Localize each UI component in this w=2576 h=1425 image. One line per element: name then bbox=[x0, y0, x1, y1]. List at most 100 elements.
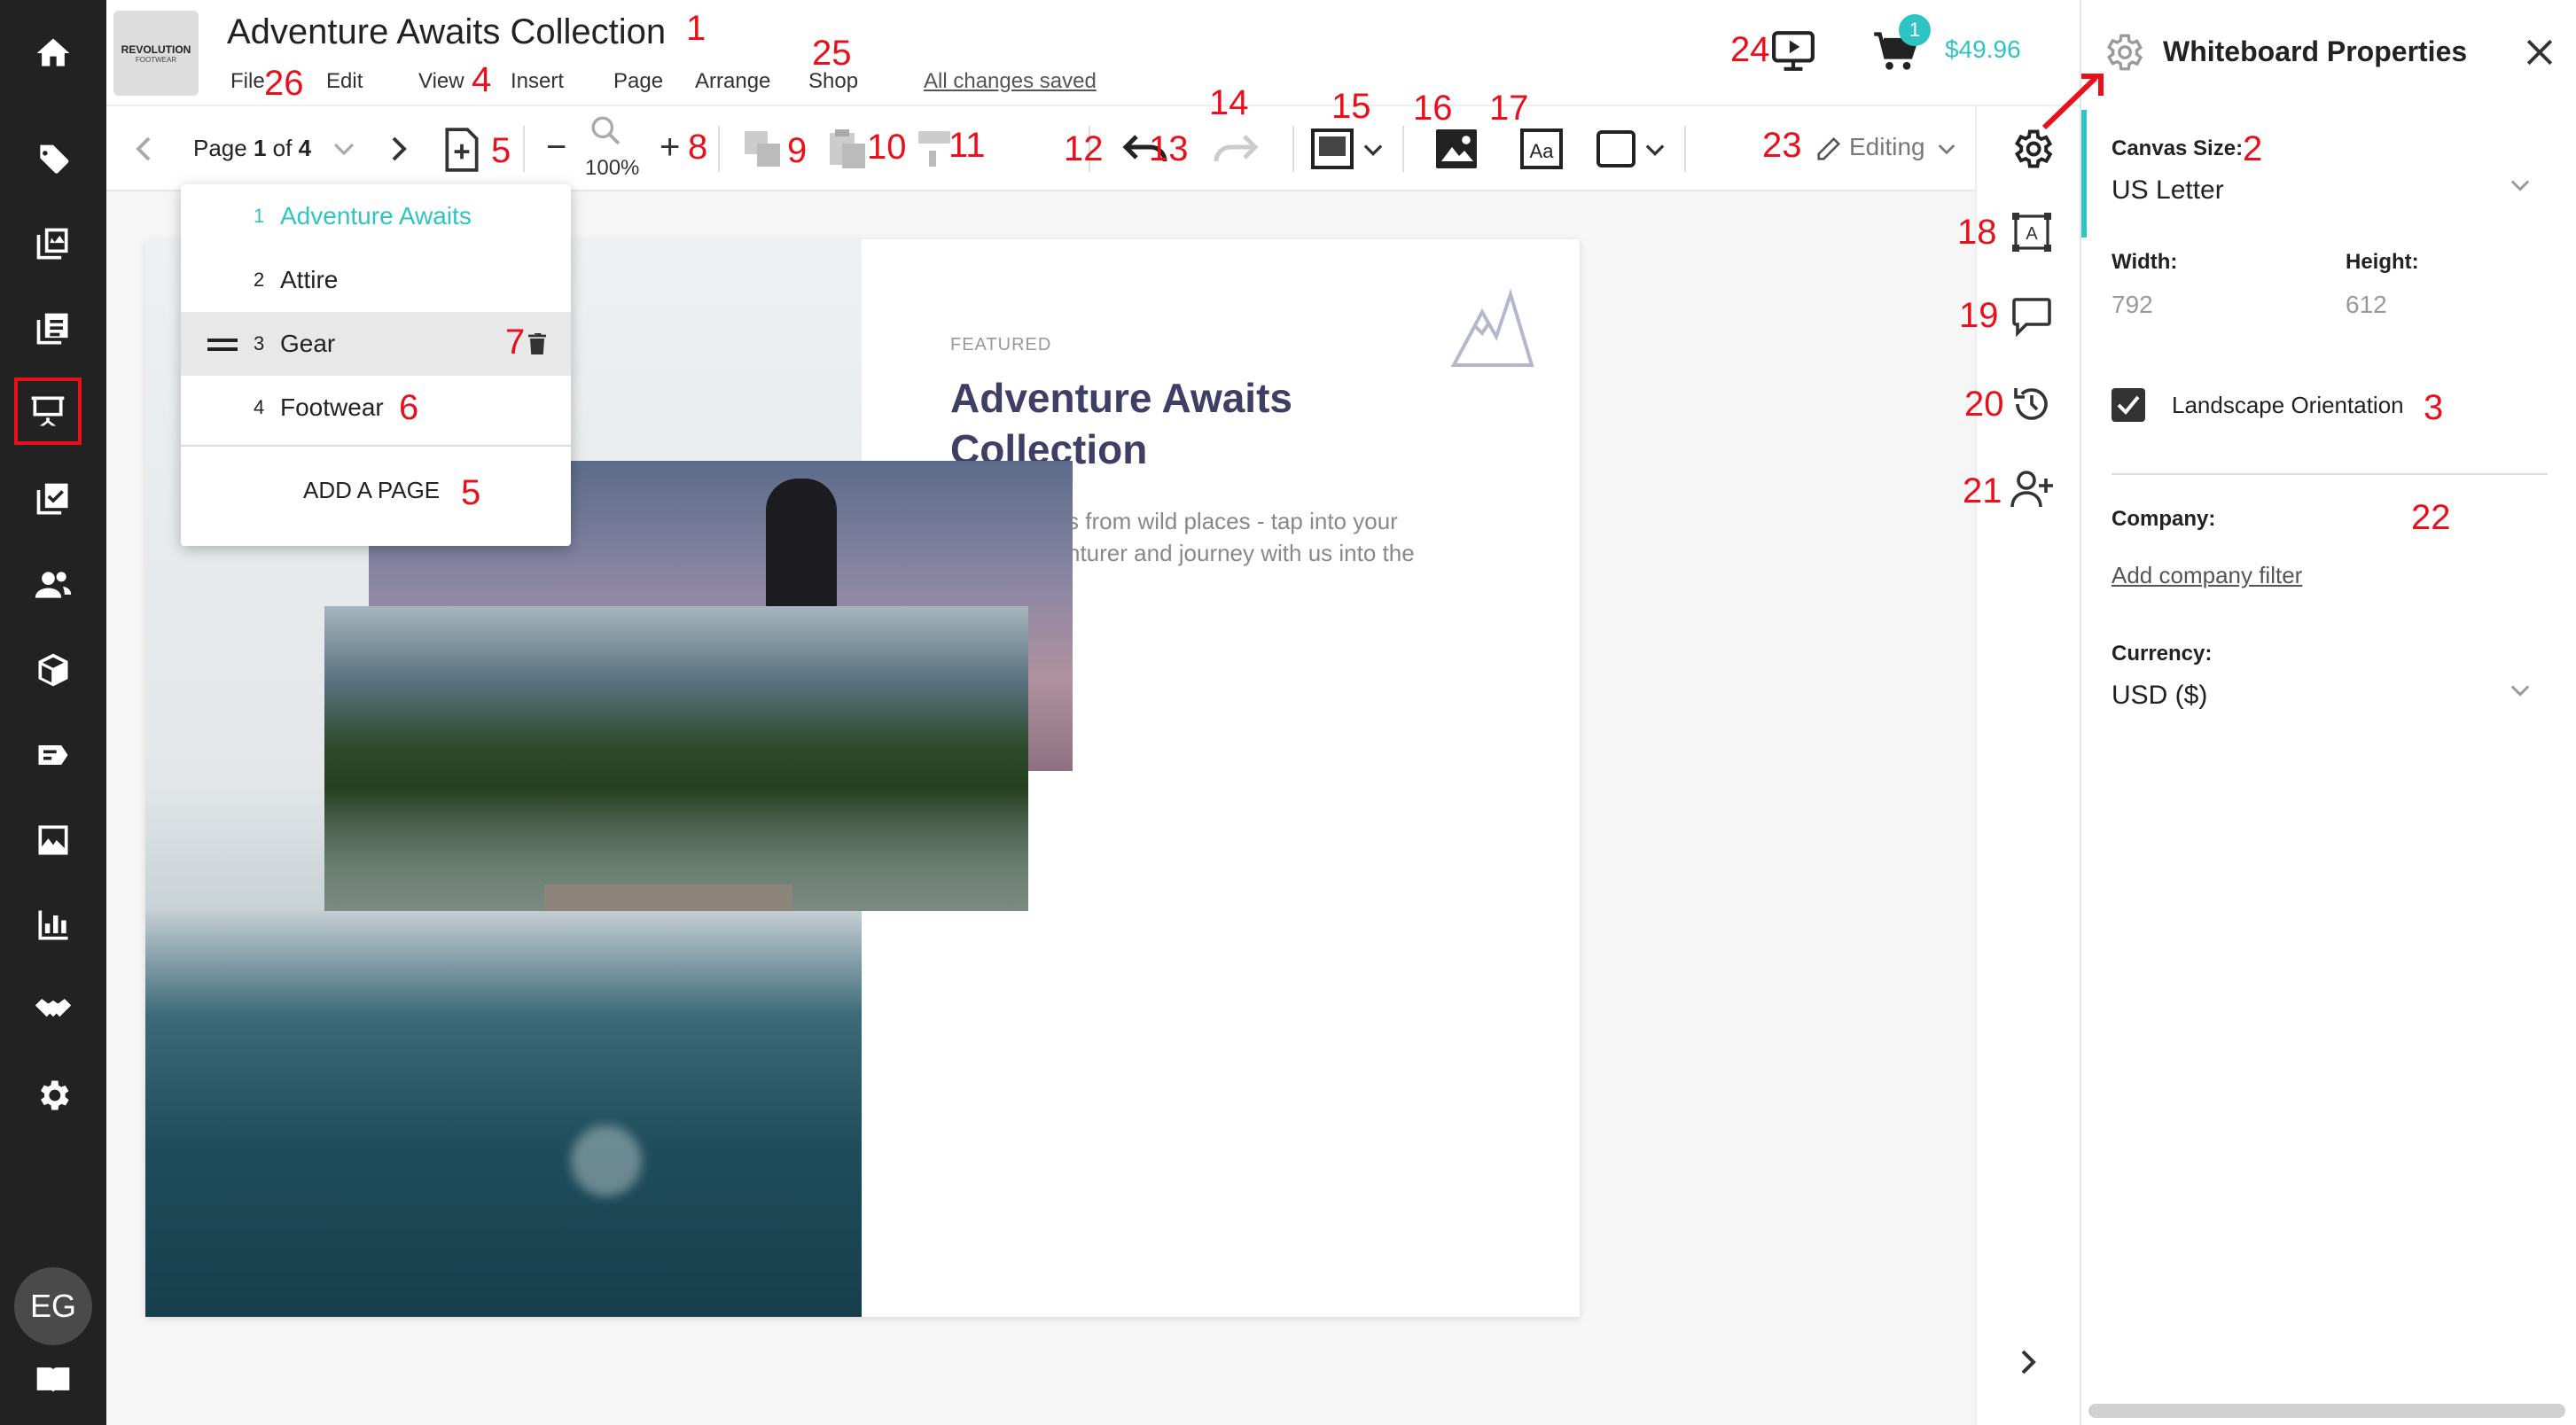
documents-icon[interactable] bbox=[23, 300, 83, 360]
partners-icon[interactable] bbox=[23, 980, 83, 1040]
marker-19: 19 bbox=[1959, 296, 1999, 335]
editing-mode-dropdown[interactable]: Editing bbox=[1849, 133, 1925, 161]
marker-2: 2 bbox=[2243, 129, 2263, 168]
close-panel-icon[interactable] bbox=[2525, 37, 2555, 67]
settings-gear-icon[interactable] bbox=[23, 1065, 83, 1125]
checkmark-icon bbox=[2117, 395, 2140, 415]
page-list-item-1[interactable]: 1 Adventure Awaits bbox=[181, 184, 571, 248]
mountain-logo-icon[interactable] bbox=[1450, 287, 1535, 369]
paste-icon[interactable] bbox=[828, 128, 867, 170]
width-field[interactable]: 792 bbox=[2112, 291, 2153, 319]
marker-3: 3 bbox=[2424, 388, 2444, 427]
delete-page-icon[interactable] bbox=[528, 333, 546, 354]
add-page-icon[interactable] bbox=[443, 128, 480, 172]
company-label: Company: bbox=[2112, 507, 2216, 531]
menu-edit[interactable]: Edit bbox=[326, 69, 363, 94]
page-name: Adventure Awaits bbox=[280, 202, 472, 230]
tasks-icon[interactable] bbox=[23, 470, 83, 530]
currency-chevron-icon[interactable] bbox=[2510, 684, 2530, 698]
page-list-item-4[interactable]: 4 Footwear bbox=[181, 376, 571, 440]
height-label: Height: bbox=[2346, 250, 2419, 274]
shape-chevron-down-icon[interactable] bbox=[1645, 144, 1665, 158]
page-number: 3 bbox=[254, 332, 265, 354]
document-title[interactable]: Adventure Awaits Collection bbox=[227, 12, 666, 52]
previous-page-icon[interactable] bbox=[133, 135, 154, 163]
home-icon[interactable] bbox=[23, 23, 83, 83]
svg-text:A: A bbox=[2026, 224, 2038, 244]
duplicate-icon[interactable] bbox=[743, 129, 782, 168]
lake-photo[interactable] bbox=[324, 606, 1028, 911]
marker-13: 13 bbox=[1149, 129, 1189, 168]
logo-subtext: FOOTWEAR bbox=[135, 55, 177, 64]
page-number: 1 bbox=[254, 205, 265, 227]
slide-body[interactable]: s from wild places - tap into your nture… bbox=[1067, 505, 1415, 569]
user-avatar[interactable]: EG bbox=[14, 1267, 92, 1345]
marker-21: 21 bbox=[1963, 471, 2002, 510]
eyebrow-text[interactable]: FEATURED bbox=[950, 335, 1051, 355]
zoom-out-button[interactable]: − bbox=[546, 128, 566, 167]
add-a-page-button[interactable]: ADD A PAGE bbox=[303, 477, 440, 504]
mode-chevron-down-icon[interactable] bbox=[1938, 144, 1955, 156]
marker-7: 7 bbox=[505, 323, 526, 362]
menu-page[interactable]: Page bbox=[613, 69, 663, 94]
menu-shop[interactable]: Shop bbox=[808, 69, 858, 94]
zoom-in-button[interactable]: + bbox=[660, 128, 680, 167]
page-list-item-2[interactable]: 2 Attire bbox=[181, 248, 571, 312]
width-label: Width: bbox=[2112, 250, 2178, 274]
fill-chevron-down-icon[interactable] bbox=[1363, 144, 1383, 158]
book-icon[interactable] bbox=[23, 1349, 83, 1409]
reports-icon[interactable] bbox=[23, 895, 83, 955]
menu-file[interactable]: File bbox=[230, 69, 265, 94]
menu-insert[interactable]: Insert bbox=[511, 69, 564, 94]
marker-5-toolbar: 5 bbox=[491, 131, 511, 170]
expand-panel-icon[interactable] bbox=[2018, 1347, 2039, 1377]
marker-22: 22 bbox=[2411, 498, 2451, 537]
redo-icon[interactable] bbox=[1209, 133, 1259, 165]
share-add-user-icon[interactable] bbox=[2010, 468, 2055, 510]
landscape-label[interactable]: Landscape Orientation bbox=[2172, 392, 2404, 419]
tag-icon[interactable] bbox=[23, 131, 83, 191]
page-name: Attire bbox=[280, 266, 339, 293]
products-icon[interactable] bbox=[23, 640, 83, 700]
whiteboard-icon[interactable] bbox=[14, 378, 82, 445]
marker-15: 15 bbox=[1331, 87, 1371, 126]
cart-count-badge: 1 bbox=[1899, 14, 1931, 46]
media-icon[interactable] bbox=[23, 810, 83, 870]
marker-24: 24 bbox=[1730, 30, 1770, 69]
landscape-checkbox[interactable] bbox=[2112, 388, 2145, 422]
background-fill-icon[interactable] bbox=[1310, 128, 1354, 170]
insert-text-icon[interactable]: Aa bbox=[1519, 128, 1564, 170]
zoom-level: 100% bbox=[585, 156, 640, 180]
add-company-filter-link[interactable]: Add company filter bbox=[2112, 562, 2302, 589]
height-field[interactable]: 612 bbox=[2346, 291, 2387, 319]
app-header: REVOLUTION FOOTWEAR Adventure Awaits Col… bbox=[106, 0, 2081, 106]
marker-4: 4 bbox=[472, 60, 492, 99]
cart-total[interactable]: $49.96 bbox=[1945, 35, 2021, 64]
marker-16: 16 bbox=[1413, 89, 1453, 128]
marketing-icon[interactable] bbox=[23, 725, 83, 785]
page-number: 4 bbox=[254, 396, 265, 418]
drag-handle-icon[interactable] bbox=[207, 339, 238, 351]
panel-scrollbar[interactable] bbox=[2088, 1404, 2565, 1418]
page-chevron-down-icon[interactable] bbox=[333, 142, 355, 158]
comments-icon[interactable] bbox=[2010, 296, 2053, 337]
present-icon[interactable] bbox=[1771, 30, 1815, 71]
history-icon[interactable] bbox=[2010, 383, 2053, 425]
canvas-size-select[interactable]: US Letter bbox=[2112, 175, 2224, 206]
marker-5-add-page: 5 bbox=[461, 473, 481, 512]
hiker-silhouette bbox=[766, 479, 837, 611]
next-page-icon[interactable] bbox=[388, 135, 410, 163]
currency-select[interactable]: USD ($) bbox=[2112, 681, 2207, 711]
canvas-size-chevron-icon[interactable] bbox=[2510, 179, 2530, 193]
menu-arrange[interactable]: Arrange bbox=[695, 69, 770, 94]
catalog-icon[interactable] bbox=[23, 214, 83, 275]
page-indicator[interactable]: Page 1 of 4 bbox=[193, 135, 311, 162]
insert-image-icon[interactable] bbox=[1434, 128, 1479, 170]
menu-view[interactable]: View bbox=[418, 69, 464, 94]
insert-shape-icon[interactable] bbox=[1596, 129, 1636, 168]
contacts-icon[interactable] bbox=[23, 555, 83, 615]
slide-title[interactable]: Adventure Awaits Collection bbox=[950, 372, 1292, 475]
slide-body-line2: nturer and journey with us into the bbox=[1067, 540, 1415, 566]
panel-divider bbox=[2112, 473, 2548, 475]
text-frame-icon[interactable]: A bbox=[2010, 211, 2053, 253]
